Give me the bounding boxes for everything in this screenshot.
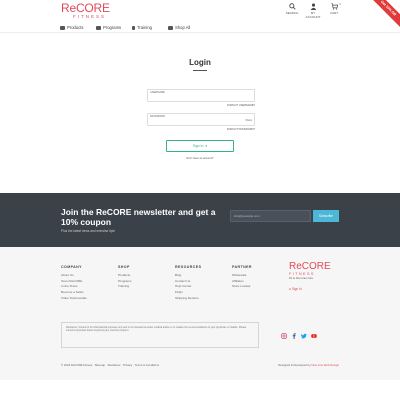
footer-heading: PARTNER: [232, 265, 252, 269]
cart-icon: [330, 3, 338, 10]
sitemap-link[interactable]: Sitemap: [95, 363, 105, 367]
footer-column-shop: SHOP Products Programs Training: [118, 265, 131, 290]
account-icon: [310, 3, 316, 10]
username-label: USERNAME: [150, 91, 165, 94]
password-field[interactable]: PASSWORD Show: [147, 113, 255, 126]
nav-item-shop-all[interactable]: Shop All: [168, 25, 190, 30]
youtube-icon[interactable]: [311, 333, 317, 339]
nav-item-label: Shop All: [175, 25, 191, 30]
newsletter-subtitle: Plus the latest news and exercise tips!: [61, 229, 116, 233]
logo-subtext: FITNESS: [73, 14, 107, 19]
header-icons: SEARCH MY ACCOUNT CART 0: [284, 2, 342, 19]
footer-link[interactable]: Become a Seller: [61, 290, 87, 296]
instagram-icon[interactable]: [281, 333, 287, 339]
footer-logo-text: ReCORE: [289, 261, 331, 272]
site-header: ReCORE FITNESS SEARCH MY ACCOUNT CART 0 …: [0, 0, 400, 31]
products-icon: [60, 25, 65, 30]
disclaimer-box: Disclaimer: Content is for informational…: [61, 322, 259, 348]
footer-heading: COMPANY: [61, 265, 82, 269]
nav-item-training[interactable]: Training: [132, 25, 152, 30]
sign-in-arrow-icon: ➔: [204, 144, 208, 148]
account-button[interactable]: MY ACCOUNT: [305, 3, 321, 19]
sign-in-label: Sign In: [192, 144, 204, 148]
footer-link[interactable]: Products: [118, 273, 131, 279]
training-icon: [132, 25, 135, 30]
facebook-icon[interactable]: [291, 333, 297, 339]
privacy-link[interactable]: Privacy: [123, 363, 132, 367]
footer-credit: Designed & Developed by New Line Web Des…: [278, 363, 339, 367]
subscribe-button[interactable]: Subscribe: [313, 210, 339, 222]
credit-link[interactable]: New Line Web Design: [311, 363, 339, 367]
footer-column-resources: RESOURCES Blog Contact Us Help Center FA…: [175, 265, 201, 302]
footer-link[interactable]: Shipping Returns: [175, 296, 201, 302]
copyright-text: © 2023 ReCORE Fitness: [61, 363, 93, 367]
footer-heading: RESOURCES: [175, 265, 202, 269]
cart-count-badge: 0: [339, 2, 341, 6]
twitter-icon[interactable]: [301, 333, 307, 339]
footer-link[interactable]: Video Testimonials: [61, 296, 87, 302]
newsletter-email-input[interactable]: info@example.com: [230, 210, 311, 222]
footer-column-partner: PARTNER Wholesale Affiliates Store Locat…: [232, 265, 252, 290]
footer-logo[interactable]: ReCORE FITNESS Fit to the inner core: [289, 261, 331, 281]
main-nav: Products Programs Training Shop All: [0, 23, 400, 33]
show-password-toggle[interactable]: Show: [246, 119, 253, 122]
no-account-link[interactable]: Don't have an account?: [0, 157, 400, 160]
nav-item-programs[interactable]: Programs: [96, 25, 121, 30]
programs-icon: [96, 25, 101, 30]
social-links: [281, 333, 317, 339]
footer-link[interactable]: Training: [118, 284, 131, 290]
password-label: PASSWORD: [150, 115, 165, 118]
terms-link[interactable]: Terms & Conditions: [135, 363, 159, 367]
cart-label: CART: [329, 11, 339, 15]
title-underline: [193, 70, 207, 71]
disclaimer-link[interactable]: Disclaimer: [108, 363, 121, 367]
sign-in-button[interactable]: Sign In ➔: [166, 140, 234, 152]
search-label: SEARCH: [285, 11, 299, 15]
forgot-username-link[interactable]: FORGOT USERNAME?: [205, 104, 255, 107]
nav-item-products[interactable]: Products: [60, 25, 84, 30]
site-logo[interactable]: ReCORE FITNESS: [61, 1, 121, 19]
account-label: MY ACCOUNT: [305, 11, 321, 19]
nav-item-label: Training: [137, 25, 152, 30]
shop-all-icon: [168, 25, 173, 30]
footer-sign-in-label: Sign In: [291, 287, 302, 291]
page-title: Login: [189, 58, 211, 67]
cart-button[interactable]: CART 0: [326, 2, 342, 19]
footer-link[interactable]: Store Locator: [232, 284, 252, 290]
nav-item-label: Programs: [103, 25, 122, 30]
username-field[interactable]: USERNAME: [147, 89, 255, 102]
footer-sign-in-link[interactable]: ● Sign In: [289, 287, 302, 291]
footer-bottom-links: © 2023 ReCORE Fitness · Sitemap · Discla…: [61, 363, 159, 367]
nav-item-label: Products: [67, 25, 84, 30]
footer-logo-tagline: Fit to the inner core: [289, 276, 314, 280]
page: ReCORE FITNESS SEARCH MY ACCOUNT CART 0 …: [0, 0, 400, 400]
logo-text: ReCORE: [61, 1, 110, 15]
search-button[interactable]: SEARCH: [284, 3, 300, 19]
forgot-password-link[interactable]: FORGOT PASSWORD?: [205, 128, 255, 131]
footer-heading: SHOP: [118, 265, 130, 269]
footer-column-company: COMPANY About Us Team ReCORE In the Pres…: [61, 265, 87, 302]
newsletter-section: Join the ReCORE newsletter and get a 10%…: [0, 193, 400, 247]
credit-prefix: Designed & Developed by: [278, 363, 311, 367]
newsletter-title: Join the ReCORE newsletter and get a 10%…: [61, 207, 216, 227]
search-icon: [288, 3, 296, 10]
site-footer: COMPANY About Us Team ReCORE In the Pres…: [0, 247, 400, 380]
